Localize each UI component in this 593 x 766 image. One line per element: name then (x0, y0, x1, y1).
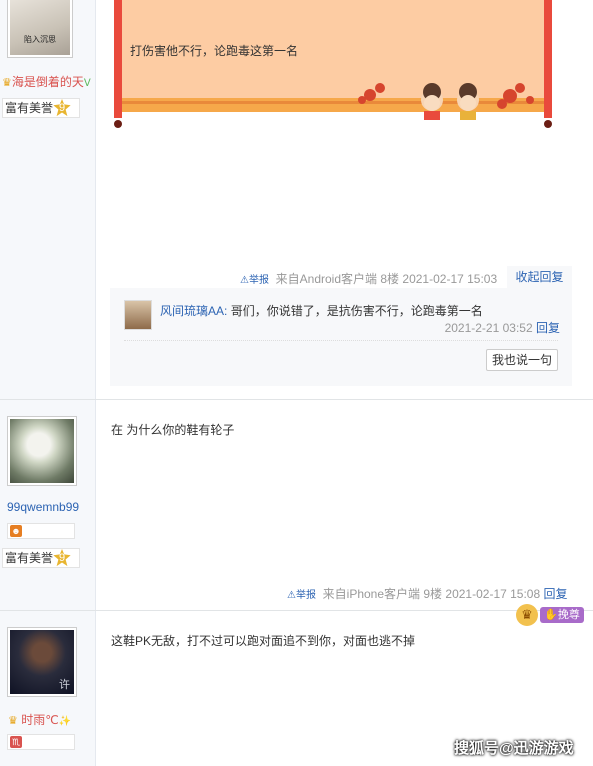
report-link[interactable]: ⚠举报 (240, 275, 269, 286)
game-badge-icon[interactable]: ☻ (10, 525, 22, 537)
post-source[interactable]: 来自iPhone客户端 (319, 587, 420, 601)
post-image-scroll[interactable]: 打伤害他不行，论跑毒这第一名 (110, 0, 558, 130)
avatar-caption: 陷入沉思 (24, 35, 56, 44)
post-content: 在 为什么你的鞋有轮子 (111, 423, 235, 437)
reply-line: 风间琉璃AA: 哥们，你说错了，是抗伤害不行，论跑毒第一名 (160, 302, 483, 319)
hand-icon: ✋ (544, 609, 558, 621)
recommend-badge[interactable]: ♛ ✋挽尊 (516, 604, 586, 626)
user-avatar[interactable]: 陷入沉思 (7, 0, 73, 58)
game-badge-icon[interactable]: ♏ (10, 736, 22, 748)
watermark: 搜狐号@迅游游戏 (454, 740, 574, 757)
reply-meta: 2021-2-21 03:52 回复 (445, 319, 560, 336)
avatar-text: 许 (59, 679, 70, 691)
reply-time: 2021-2-21 03:52 (444, 321, 533, 335)
warning-icon: ⚠ (240, 275, 249, 286)
badge-box: ☻ (7, 523, 75, 539)
reply-button[interactable]: 回复 (536, 321, 560, 335)
post-tail: ⚠举报 来自iPhone客户端 9楼 2021-02-17 15:08 回复 (287, 585, 568, 602)
warning-icon: ⚠ (287, 590, 296, 601)
crown-icon: ♛ (8, 715, 18, 727)
user-name-link[interactable]: ♛ 时雨℃✨ (8, 711, 71, 728)
honor-badge[interactable]: 富有美誉 9 (2, 548, 80, 568)
level-star-icon: 9 (53, 99, 71, 117)
scroll-illustration (114, 0, 552, 128)
crown-icon: ♛ (516, 604, 538, 626)
floor-number: 9楼 (423, 587, 443, 601)
post-source[interactable]: 来自Android客户端 (272, 272, 377, 286)
level-star-icon: 9 (53, 549, 71, 567)
badge-box: ♏ (7, 734, 75, 750)
reply-user-link[interactable]: 风间琉璃AA: (160, 304, 227, 318)
user-avatar[interactable]: 许 (7, 627, 77, 697)
user-name-link[interactable]: 99qwemnb99 (7, 500, 79, 514)
post-content: 这鞋PK无敌，打不过可以跑对面追不到你，对面也逃不掉 (111, 634, 416, 648)
reply-avatar[interactable] (124, 300, 152, 330)
post-tail: ⚠举报 来自Android客户端 8楼 2021-02-17 15:03 (240, 270, 497, 287)
report-link[interactable]: ⚠举报 (287, 590, 316, 601)
reply-text: 哥们，你说错了，是抗伤害不行，论跑毒第一名 (230, 304, 483, 318)
floor-number: 8楼 (380, 272, 400, 286)
post-divider (0, 399, 593, 400)
crown-icon: ♛ (2, 77, 12, 89)
sparkle-icon: ✨ (58, 716, 72, 727)
say-something-button[interactable]: 我也说一句 (486, 349, 558, 371)
post-time: 2021-02-17 15:08 (445, 587, 541, 601)
reply-button[interactable]: 回复 (544, 587, 568, 601)
user-avatar[interactable] (7, 416, 77, 486)
post-divider (0, 610, 593, 611)
sub-reply-box: 风间琉璃AA: 哥们，你说错了，是抗伤害不行，论跑毒第一名 2021-2-21 … (110, 288, 572, 386)
post-image-text: 打伤害他不行，论跑毒这第一名 (130, 44, 299, 58)
reply-divider (124, 340, 558, 341)
post-time: 2021-02-17 15:03 (402, 272, 498, 286)
user-name-link[interactable]: ♛海是倒着的天ⴸ (2, 73, 91, 90)
sprout-icon: ⴸ (83, 78, 91, 89)
collapse-reply-tab[interactable]: 收起回复 (507, 266, 572, 288)
honor-badge[interactable]: 富有美誉 9 (2, 98, 80, 118)
